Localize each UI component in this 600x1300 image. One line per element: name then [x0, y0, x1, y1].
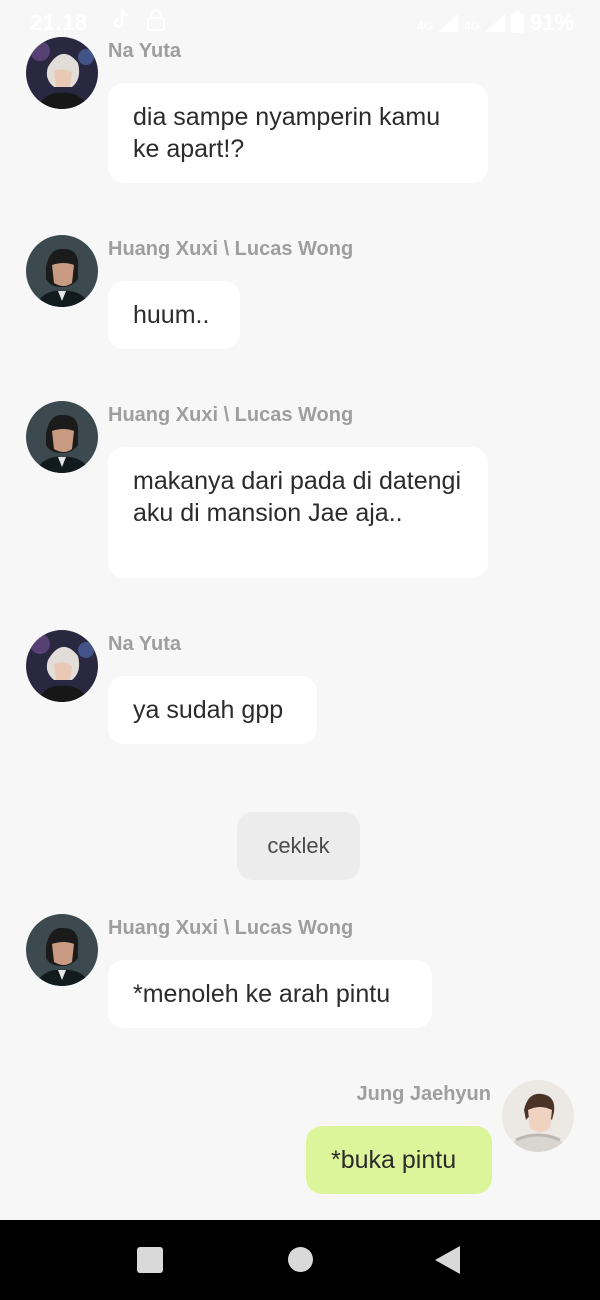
- sender-name: Jung Jaehyun: [356, 1083, 491, 1105]
- message-bubble[interactable]: *menoleh ke arah pintu: [108, 960, 432, 1028]
- system-message[interactable]: ceklek: [237, 812, 360, 880]
- message-bubble[interactable]: dia sampe nyamperin kamu ke apart!?: [108, 83, 488, 183]
- avatar-lucas[interactable]: [26, 914, 98, 986]
- avatar-jaehyun[interactable]: [502, 1080, 574, 1152]
- sender-name: Na Yuta: [108, 40, 181, 62]
- message-bubble[interactable]: huum..: [108, 281, 240, 349]
- avatar-lucas[interactable]: [26, 235, 98, 307]
- home-circle-icon[interactable]: [288, 1247, 313, 1272]
- avatar-na-yuta[interactable]: [26, 630, 98, 702]
- avatar-lucas[interactable]: [26, 401, 98, 473]
- sender-name: Na Yuta: [108, 633, 181, 655]
- recents-square-icon[interactable]: [137, 1247, 163, 1273]
- sender-name: Huang Xuxi \ Lucas Wong: [108, 238, 354, 260]
- sender-name: Huang Xuxi \ Lucas Wong: [108, 917, 354, 939]
- sender-name: Huang Xuxi \ Lucas Wong: [108, 404, 354, 426]
- avatar-na-yuta[interactable]: [26, 37, 98, 109]
- navigation-bar: [0, 1220, 600, 1300]
- message-bubble[interactable]: ya sudah gpp: [108, 676, 317, 744]
- message-bubble[interactable]: makanya dari pada di datengi aku di mans…: [108, 447, 488, 578]
- back-triangle-icon[interactable]: [435, 1246, 460, 1274]
- message-bubble-own[interactable]: *buka pintu: [306, 1126, 492, 1194]
- chat-area[interactable]: Na Yuta dia sampe nyamperin kamu ke apar…: [0, 0, 600, 1220]
